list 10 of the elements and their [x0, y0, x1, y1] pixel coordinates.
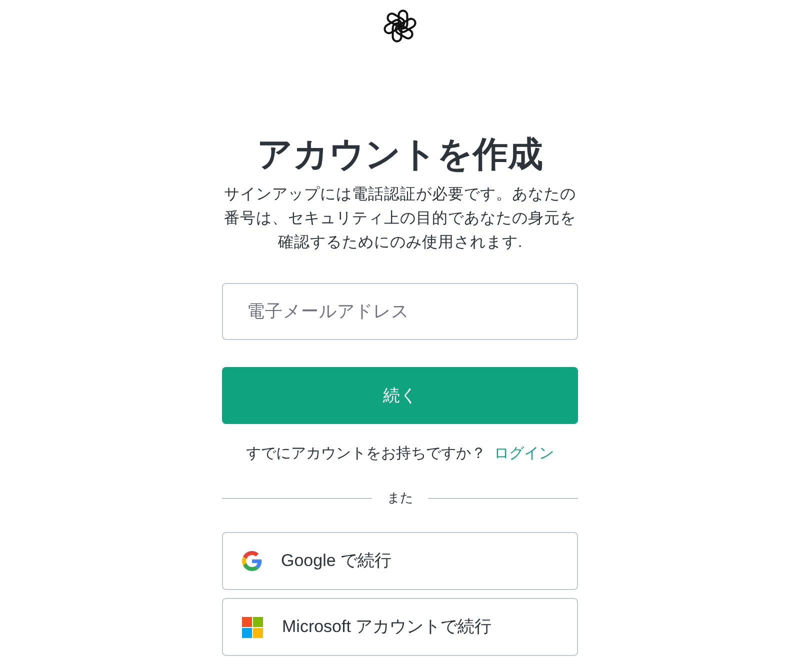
google-logo-icon — [242, 551, 262, 571]
microsoft-logo-icon — [242, 616, 263, 638]
login-prompt-text: すでにアカウントをお持ちですか？ — [246, 444, 486, 464]
microsoft-continue-button[interactable]: Microsoft アカウントで続行 — [222, 598, 578, 656]
knot-logo-icon — [383, 9, 417, 43]
email-input-field[interactable]: 電子メールアドレス — [222, 283, 578, 340]
google-continue-button[interactable]: Google で続行 — [222, 532, 578, 590]
page-heading: アカウントを作成 — [257, 134, 543, 176]
divider-label: また — [387, 490, 413, 506]
description-text: サインアップには電話認証が必要です。あなたの番号は、セキュリティ上の目的であなたの身元を確認するためにのみ使用されます. — [223, 185, 577, 253]
